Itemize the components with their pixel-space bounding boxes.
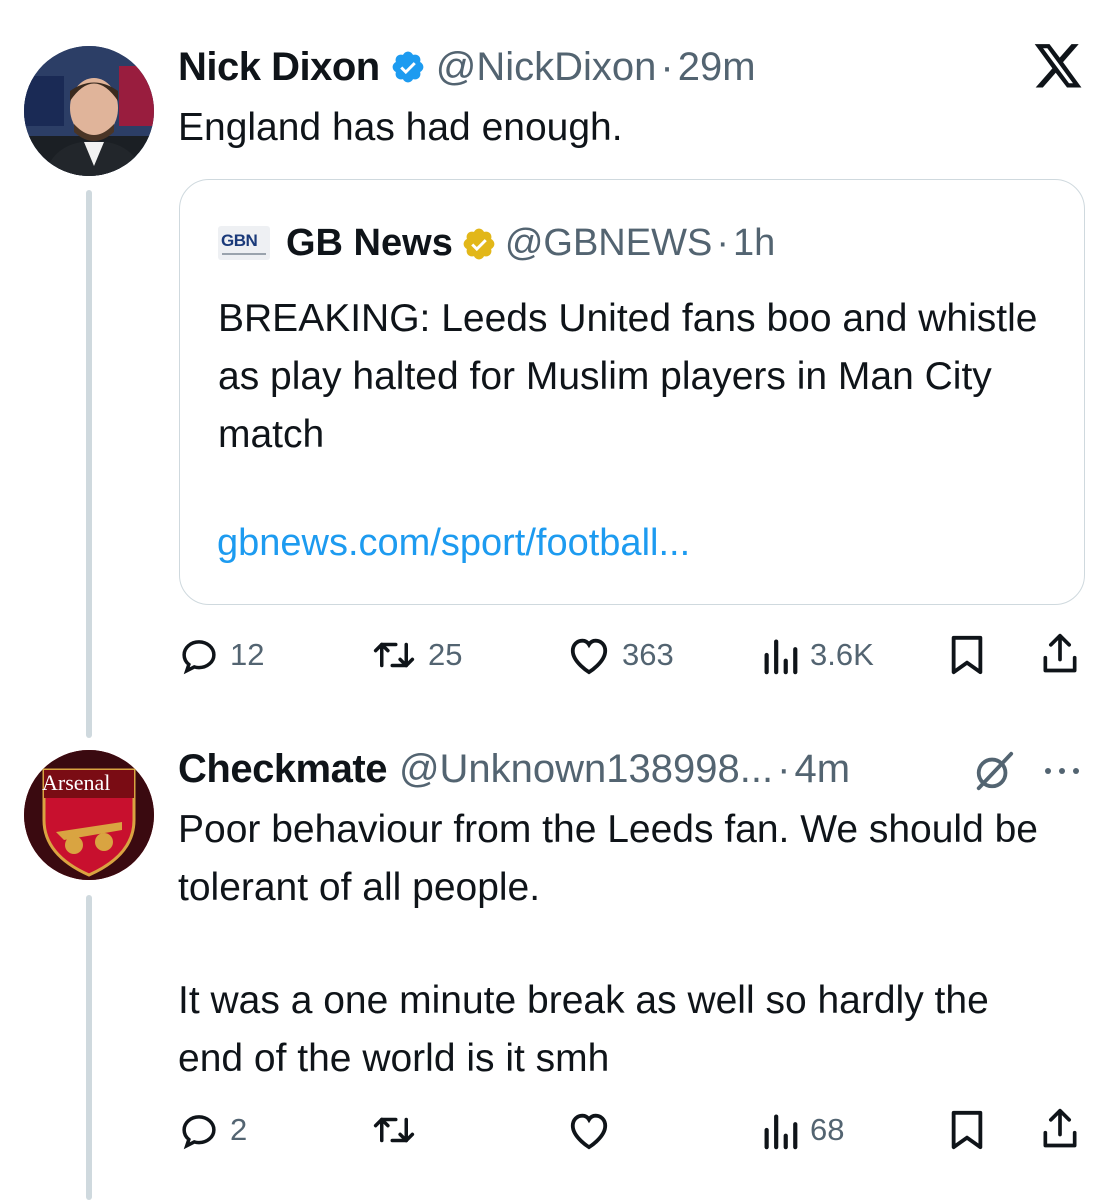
bookmark-icon — [951, 635, 983, 675]
quote-author-handle[interactable]: @GBNEWS — [505, 222, 712, 265]
quote-link[interactable]: gbnews.com/sport/football... — [217, 522, 690, 565]
views-chart-icon — [764, 1114, 798, 1150]
bookmark-button[interactable] — [948, 1109, 986, 1151]
reply-avatar[interactable]: Arsenal — [24, 750, 154, 880]
quote-header: GB News @GBNEWS · 1h — [286, 222, 775, 265]
author-name[interactable]: Nick Dixon — [178, 45, 380, 90]
reply-count: 2 — [230, 1112, 248, 1147]
views-count: 68 — [810, 1112, 845, 1147]
reply-author-handle[interactable]: @Unknown138998... — [399, 747, 773, 792]
tweet-header: Nick Dixon @NickDixon · 29m — [178, 42, 756, 92]
views-chart-icon — [764, 639, 798, 675]
verified-badge-blue-icon — [390, 49, 426, 85]
reply-time[interactable]: 4m — [794, 747, 850, 792]
more-icon[interactable] — [1042, 764, 1082, 782]
tweet-time[interactable]: 29m — [678, 45, 756, 90]
views-count: 3.6K — [810, 637, 874, 672]
reply-text-paragraph-2: It was a one minute break as well so har… — [178, 979, 989, 1080]
thread-line-top — [86, 190, 92, 738]
author-handle[interactable]: @NickDixon — [436, 45, 657, 90]
bookmark-icon — [951, 1110, 983, 1150]
retweet-button[interactable] — [370, 1109, 418, 1151]
reply-button[interactable]: 2 — [178, 1109, 247, 1151]
reply-count: 12 — [230, 637, 265, 672]
reply-icon — [182, 640, 216, 675]
quote-text: BREAKING: Leeds United fans boo and whis… — [218, 297, 1038, 456]
reply-author-name[interactable]: Checkmate — [178, 747, 387, 792]
gbn-logo: GBN — [218, 226, 270, 260]
retweet-count: 25 — [428, 637, 463, 672]
share-button[interactable] — [1040, 632, 1080, 676]
separator-dot: · — [777, 746, 791, 791]
retweet-button[interactable]: 25 — [370, 634, 462, 676]
reply-icon — [182, 1115, 216, 1150]
heart-icon — [570, 638, 608, 675]
reply-header: Checkmate @Unknown138998... · 4m — [178, 744, 850, 794]
like-button[interactable] — [566, 1109, 612, 1151]
avatar-photo-icon — [24, 46, 154, 176]
reply-button[interactable]: 12 — [178, 634, 264, 676]
views-button[interactable]: 68 — [760, 1109, 844, 1151]
like-button[interactable]: 363 — [566, 634, 674, 676]
verified-badge-gold-icon — [461, 226, 497, 262]
share-icon — [1043, 633, 1077, 673]
views-button[interactable]: 3.6K — [760, 634, 874, 676]
avatar[interactable] — [24, 46, 154, 176]
share-icon — [1043, 1108, 1077, 1148]
reply-text-paragraph-1: Poor behaviour from the Leeds fan. We sh… — [178, 808, 1038, 909]
bookmark-button[interactable] — [948, 634, 986, 676]
like-count: 363 — [622, 637, 674, 672]
quote-time[interactable]: 1h — [733, 222, 775, 265]
retweet-icon — [373, 642, 415, 668]
thread-line-bottom — [86, 895, 92, 1200]
separator-dot: · — [716, 222, 729, 264]
grok-icon[interactable] — [970, 750, 1018, 797]
quote-author-name[interactable]: GB News — [286, 222, 453, 265]
heart-icon — [570, 1113, 608, 1150]
share-button[interactable] — [1040, 1107, 1080, 1151]
x-logo-icon[interactable] — [1032, 44, 1084, 97]
retweet-icon — [373, 1117, 415, 1143]
tweet-text: England has had enough. — [178, 106, 623, 149]
separator-dot: · — [660, 44, 674, 89]
